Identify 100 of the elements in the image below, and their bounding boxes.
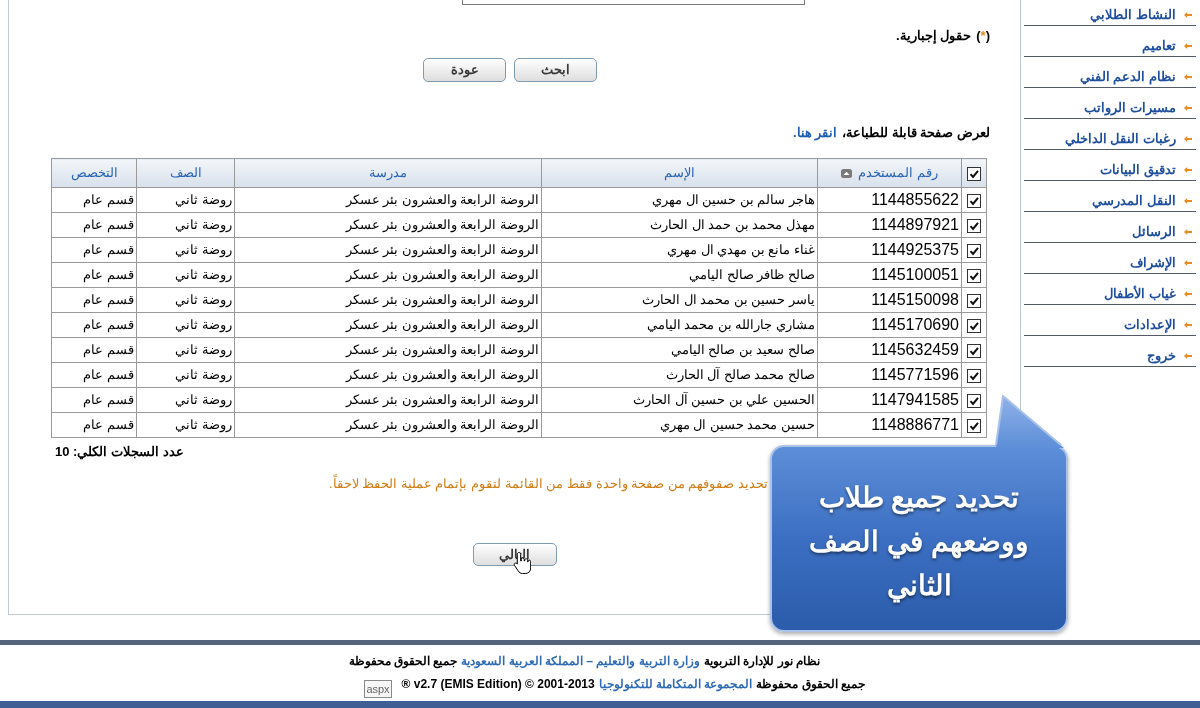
table-cell: الروضة الرابعة والعشرون بئر عسكر xyxy=(234,412,542,438)
table-cell: صالح ظافر صالح اليامي xyxy=(541,262,818,288)
required-fields-note: ( * ) حقول إجبارية. xyxy=(896,27,990,45)
table-cell: الروضة الرابعة والعشرون بئر عسكر xyxy=(234,262,542,288)
table-cell: الروضة الرابعة والعشرون بئر عسكر xyxy=(234,212,542,238)
table-cell: 1144855622 xyxy=(817,187,962,213)
arrow-icon xyxy=(1184,136,1192,142)
form-button[interactable]: ابحث xyxy=(514,58,597,82)
table-cell: الروضة الرابعة والعشرون بئر عسكر xyxy=(234,362,542,388)
sidebar-item[interactable]: الإشراف xyxy=(1024,243,1196,274)
checkbox[interactable] xyxy=(967,343,981,358)
table-cell: قسم عام xyxy=(51,362,137,388)
table-cell: روضة ثاني xyxy=(136,237,235,263)
table-cell: مشاري جارالله بن محمد اليامي xyxy=(541,312,818,338)
table-cell: صالح سعيد بن صالح اليامي xyxy=(541,337,818,363)
table-cell: 1145150098 xyxy=(817,287,962,313)
sidebar-item[interactable]: النقل المدرسي xyxy=(1024,181,1196,212)
table-cell: روضة ثاني xyxy=(136,312,235,338)
arrow-icon xyxy=(1184,353,1192,359)
table-cell: روضة ثاني xyxy=(136,287,235,313)
table-cell: قسم عام xyxy=(51,212,137,238)
checkbox[interactable] xyxy=(967,268,981,283)
print-hint-text: لعرض صفحة قابلة للطباعة، انقر هنا. xyxy=(792,124,990,142)
table-cell: قسم عام xyxy=(51,187,137,213)
table-cell: روضة ثاني xyxy=(136,212,235,238)
table-cell: غناء مانع بن مهدي ال مهري xyxy=(541,237,818,263)
table-cell: صالح محمد صالح آل الحارث xyxy=(541,362,818,388)
checkbox[interactable] xyxy=(967,166,981,181)
table-cell: روضة ثاني xyxy=(136,387,235,413)
checkbox[interactable] xyxy=(967,318,981,333)
table-cell: قسم عام xyxy=(51,412,137,438)
table-cell: 1145632459 xyxy=(817,337,962,363)
table-cell: الحسين علي بن حسين آل الحارث xyxy=(541,387,818,413)
arrow-icon xyxy=(1184,322,1192,328)
sidebar-item[interactable]: الإعدادات xyxy=(1024,305,1196,336)
table-cell: مهذل محمد بن حمد ال الحارث xyxy=(541,212,818,238)
form-button[interactable]: عودة xyxy=(423,58,506,82)
footer-link[interactable]: وزارة التربية والتعليم – المملكة العربية السعودية xyxy=(461,654,700,668)
status-tooltip: aspx xyxy=(364,680,392,698)
sidebar-item[interactable]: تدقيق البيانات xyxy=(1024,150,1196,181)
checkbox[interactable] xyxy=(967,293,981,308)
arrow-icon xyxy=(1184,43,1192,49)
sidebar-item[interactable]: خروج xyxy=(1024,336,1196,367)
sidebar-item[interactable]: الرسائل xyxy=(1024,212,1196,243)
footer-link[interactable]: المجموعة المتكاملة للتكنولوجيا xyxy=(598,677,753,691)
arrow-icon xyxy=(1184,74,1192,80)
table-cell: قسم عام xyxy=(51,237,137,263)
sort-icon[interactable] xyxy=(841,168,853,178)
table-cell: 1145100051 xyxy=(817,262,962,288)
table-cell: قسم عام xyxy=(51,337,137,363)
table-cell: روضة ثاني xyxy=(136,262,235,288)
notice-text: تحديد صفوفهم من صفحة واحدة فقط من القائمة لتقوم بإتمام عملية الحفظ لاحقاً. xyxy=(329,475,768,493)
sidebar-item[interactable]: النشاط الطلابي xyxy=(1024,0,1196,26)
column-header[interactable]: الإسم xyxy=(541,158,818,188)
arrow-icon xyxy=(1184,167,1192,173)
column-header[interactable]: التخصص xyxy=(51,158,137,188)
sidebar-item[interactable]: غياب الأطفال xyxy=(1024,274,1196,305)
table-cell: 1144897921 xyxy=(817,212,962,238)
arrow-icon xyxy=(1184,291,1192,297)
checkbox[interactable] xyxy=(967,393,981,408)
arrow-icon xyxy=(1184,198,1192,204)
table-cell: قسم عام xyxy=(51,312,137,338)
table-cell: قسم عام xyxy=(51,262,137,288)
arrow-icon xyxy=(1184,12,1192,18)
table-cell: روضة ثاني xyxy=(136,187,235,213)
arrow-icon xyxy=(1184,260,1192,266)
checkbox[interactable] xyxy=(967,418,981,433)
table-cell: الروضة الرابعة والعشرون بئر عسكر xyxy=(234,287,542,313)
column-header[interactable]: رقم المستخدم xyxy=(817,158,962,188)
column-header[interactable]: مدرسة xyxy=(234,158,542,188)
table-cell: الروضة الرابعة والعشرون بئر عسكر xyxy=(234,337,542,363)
table-cell: هاجر سالم بن حسين ال مهري xyxy=(541,187,818,213)
column-header[interactable]: الصف xyxy=(136,158,235,188)
table-cell: الروضة الرابعة والعشرون بئر عسكر xyxy=(234,312,542,338)
footer-text: نظام نور للإدارة التربوية وزارة التربية والتعليم – المملكة العربية السعودية جميع الحقوق محفوظة xyxy=(348,653,820,669)
table-cell: 1145170690 xyxy=(817,312,962,338)
table-cell: 1144925375 xyxy=(817,237,962,263)
table-cell: الروضة الرابعة والعشرون بئر عسكر xyxy=(234,187,542,213)
table-cell: 1147941585 xyxy=(817,387,962,413)
table-cell: ياسر حسين بن محمد ال الحارث xyxy=(541,287,818,313)
arrow-icon xyxy=(1184,105,1192,111)
checkbox[interactable] xyxy=(967,193,981,208)
sidebar-item[interactable]: مسيرات الرواتب xyxy=(1024,88,1196,119)
callout-text: تحديد جميع طلاب ووضعهم في الصف الثاني xyxy=(808,481,1030,605)
table-cell: الروضة الرابعة والعشرون بئر عسكر xyxy=(234,237,542,263)
table-cell: قسم عام xyxy=(51,387,137,413)
record-count: عدد السجلات الكلي: 10 xyxy=(55,443,184,461)
sidebar-item[interactable]: تعاميم xyxy=(1024,26,1196,57)
table-cell: روضة ثاني xyxy=(136,412,235,438)
table-cell: 1148886771 xyxy=(817,412,962,438)
checkbox[interactable] xyxy=(967,218,981,233)
table-cell: الروضة الرابعة والعشرون بئر عسكر xyxy=(234,387,542,413)
sidebar-item[interactable]: نظام الدعم الفني xyxy=(1024,57,1196,88)
arrow-icon xyxy=(1184,229,1192,235)
checkbox[interactable] xyxy=(967,243,981,258)
checkbox[interactable] xyxy=(967,368,981,383)
print-link[interactable]: انقر هنا. xyxy=(792,125,838,140)
table-cell: 1145771596 xyxy=(817,362,962,388)
table-cell: روضة ثاني xyxy=(136,362,235,388)
sidebar-item[interactable]: رغبات النقل الداخلي xyxy=(1024,119,1196,150)
